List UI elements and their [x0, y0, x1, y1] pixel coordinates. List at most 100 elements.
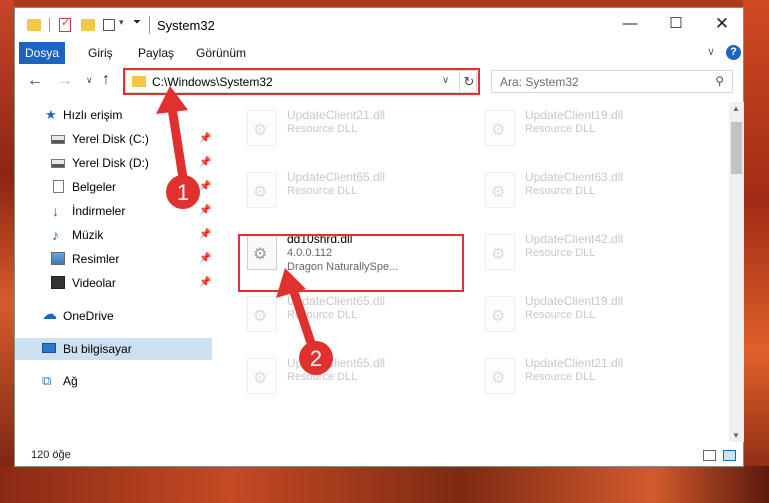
help-icon[interactable]: ?	[726, 45, 741, 60]
pin-icon[interactable]: 📌	[199, 200, 211, 222]
downloads-icon: ↓	[52, 203, 59, 219]
gear-icon: ⚙	[491, 122, 506, 139]
file-type: Resource DLL	[525, 247, 596, 259]
file-item[interactable]: ⚙ UpdateClient63.dll Resource DLL	[479, 164, 699, 218]
nav-item-network[interactable]: ⧉ Ağ	[15, 370, 212, 392]
tab-share[interactable]: Paylaş	[138, 42, 174, 64]
dll-file-icon: ⚙	[247, 110, 277, 146]
pin-icon[interactable]: 📌	[199, 176, 211, 198]
nav-item-pictures[interactable]: Resimler 📌	[15, 248, 212, 270]
chevron-down-icon[interactable]: ∨	[86, 75, 93, 86]
nav-item-onedrive[interactable]: ☁ OneDrive	[15, 305, 212, 327]
nav-item-local-disk-d[interactable]: Yerel Disk (D:) 📌	[15, 152, 212, 174]
nav-item-quick-access[interactable]: ★ Hızlı erişim	[15, 104, 212, 126]
expand-ribbon-icon[interactable]: ∨	[707, 45, 715, 58]
file-name: UpdateClient42.dll	[525, 232, 624, 246]
nav-item-downloads[interactable]: ↓ İndirmeler 📌	[15, 200, 212, 222]
pin-icon[interactable]: 📌	[199, 272, 211, 294]
details-view-icon[interactable]	[703, 450, 716, 461]
annotation-highlight-box	[123, 68, 480, 95]
nav-item-label: Hızlı erişim	[63, 108, 123, 122]
file-type: Resource DLL	[525, 371, 596, 383]
chevron-down-icon[interactable]: ▾	[119, 17, 124, 28]
view-icon[interactable]	[103, 19, 115, 31]
nav-item-videos[interactable]: Videolar 📌	[15, 272, 212, 294]
forward-arrow-icon[interactable]: →	[57, 72, 73, 90]
search-input[interactable]: Ara: System32 ⚲	[491, 70, 733, 93]
gear-icon: ⚙	[253, 370, 268, 387]
documents-icon	[53, 180, 64, 193]
gear-icon: ⚙	[491, 246, 506, 263]
file-name: UpdateClient63.dll	[525, 170, 624, 184]
videos-icon	[51, 276, 65, 289]
file-name: UpdateClient21.dll	[525, 356, 624, 370]
status-bar: 120 öğe	[15, 446, 743, 466]
file-type: Resource DLL	[287, 371, 358, 383]
nav-item-label: Ağ	[63, 374, 78, 388]
pin-icon[interactable]: 📌	[199, 152, 211, 174]
properties-icon[interactable]	[59, 16, 71, 32]
nav-item-label: Belgeler	[72, 180, 117, 194]
maximize-button[interactable]: ☐	[653, 8, 699, 40]
tab-home[interactable]: Giriş	[88, 42, 113, 64]
vertical-scrollbar[interactable]: ▲ ▼	[729, 102, 744, 442]
nav-item-label: İndirmeler	[72, 204, 126, 218]
file-item[interactable]: ⚙ UpdateClient21.dll Resource DLL	[241, 102, 461, 156]
file-item[interactable]: ⚙ UpdateClient19.dll Resource DLL	[479, 288, 699, 342]
scroll-up-icon[interactable]: ▲	[732, 104, 740, 113]
file-type: Resource DLL	[287, 185, 358, 197]
file-item[interactable]: ⚙ UpdateClient65.dll Resource DLL	[241, 350, 461, 404]
file-item[interactable]: ⚙ UpdateClient42.dll Resource DLL	[479, 226, 699, 280]
dll-file-icon: ⚙	[485, 296, 515, 332]
divider	[149, 16, 150, 34]
dll-file-icon: ⚙	[485, 110, 515, 146]
minimize-button[interactable]: —	[607, 8, 653, 40]
gear-icon: ⚙	[253, 184, 268, 201]
large-icons-view-icon[interactable]	[723, 450, 736, 461]
scrollbar-thumb[interactable]	[731, 122, 742, 174]
music-icon: ♪	[52, 227, 59, 243]
up-arrow-icon[interactable]: ↑	[102, 71, 110, 89]
tab-file[interactable]: Dosya	[19, 42, 65, 64]
title-bar: ▾ ⏷ System32 — ☐ ✕	[15, 8, 743, 42]
search-icon[interactable]: ⚲	[715, 74, 724, 88]
gear-icon: ⚙	[491, 308, 506, 325]
back-arrow-icon[interactable]: ←	[27, 72, 43, 90]
drive-icon	[51, 159, 65, 168]
nav-item-label: Bu bilgisayar	[63, 342, 132, 356]
item-count: 120 öğe	[31, 449, 71, 461]
close-button[interactable]: ✕	[699, 8, 745, 40]
nav-item-local-disk-c[interactable]: Yerel Disk (C:) 📌	[15, 128, 212, 150]
star-icon: ★	[45, 107, 57, 122]
nav-item-label: Yerel Disk (C:)	[72, 132, 149, 146]
dll-file-icon: ⚙	[247, 358, 277, 394]
cloud-icon: ☁	[42, 306, 57, 323]
nav-item-music[interactable]: ♪ Müzik 📌	[15, 224, 212, 246]
file-name: UpdateClient19.dll	[525, 108, 624, 122]
divider	[49, 18, 50, 32]
file-item[interactable]: ⚙ UpdateClient19.dll Resource DLL	[479, 102, 699, 156]
new-folder-icon[interactable]	[81, 19, 95, 31]
pin-icon[interactable]: 📌	[199, 224, 211, 246]
nav-item-label: Resimler	[72, 252, 120, 266]
nav-item-documents[interactable]: Belgeler 📌	[15, 176, 212, 198]
ribbon-tabs: Dosya Giriş Paylaş Görünüm ∨ ?	[15, 42, 743, 64]
file-type: Resource DLL	[287, 309, 358, 321]
tab-view[interactable]: Görünüm	[196, 42, 246, 64]
dll-file-icon: ⚙	[485, 172, 515, 208]
file-item[interactable]: ⚙ UpdateClient65.dll Resource DLL	[241, 288, 461, 342]
file-name: UpdateClient19.dll	[525, 294, 624, 308]
pin-icon[interactable]: 📌	[199, 128, 211, 150]
file-item[interactable]: ⚙ UpdateClient65.dll Resource DLL	[241, 164, 461, 218]
dll-file-icon: ⚙	[247, 172, 277, 208]
nav-item-label: Müzik	[72, 228, 104, 242]
scroll-down-icon[interactable]: ▼	[732, 431, 740, 440]
gear-icon: ⚙	[491, 184, 506, 201]
file-item[interactable]: ⚙ UpdateClient21.dll Resource DLL	[479, 350, 699, 404]
pin-icon[interactable]: 📌	[199, 248, 211, 270]
customize-toolbar-icon[interactable]: ⏷	[133, 17, 141, 28]
file-name: UpdateClient21.dll	[287, 108, 386, 122]
nav-item-this-pc[interactable]: Bu bilgisayar	[15, 338, 212, 360]
search-placeholder: Ara: System32	[500, 75, 579, 89]
file-type: Resource DLL	[525, 123, 596, 135]
